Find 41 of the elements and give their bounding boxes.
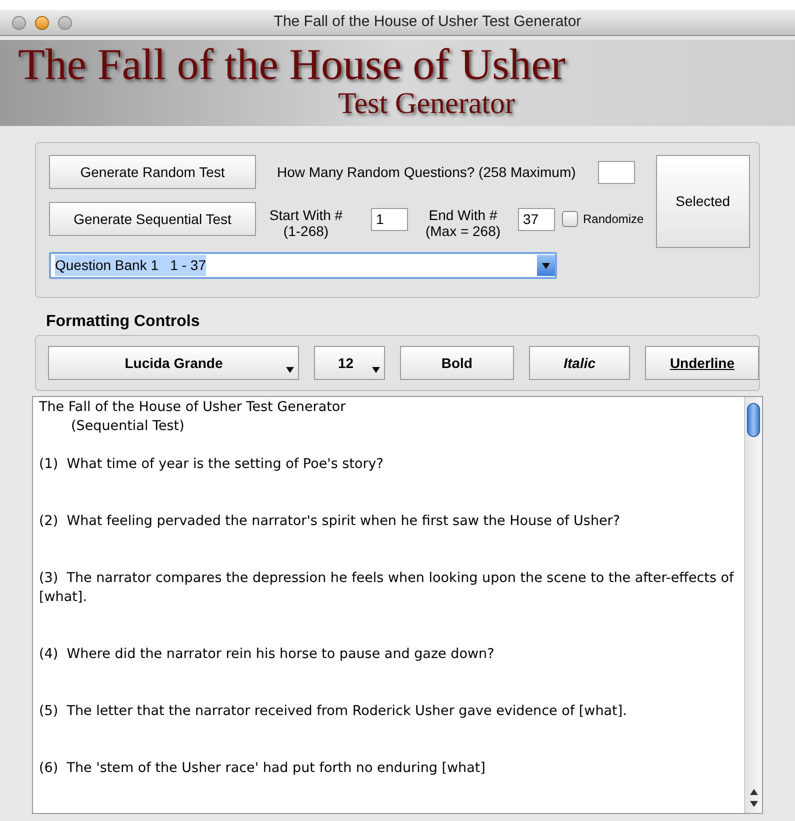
font-dropdown[interactable]: Lucida Grande — [48, 346, 300, 380]
window-title: The Fall of the House of Usher Test Generator — [274, 12, 582, 32]
format-button[interactable]: Italic — [528, 346, 630, 380]
font-size-dropdown[interactable]: 12 — [314, 346, 386, 380]
selected-button[interactable]: Selected — [656, 155, 750, 248]
close-icon[interactable] — [12, 16, 26, 30]
zoom-icon[interactable] — [58, 16, 72, 30]
start-with-label: Start With # — [269, 207, 343, 223]
question-text: (1) What time of year is the setting of Poe's story? — [39, 455, 384, 474]
banner-title: The Fall of the House of Usher — [18, 42, 566, 88]
question-text: (5) The letter that the narrator received from Roderick Usher gave evidence of [what]. — [39, 702, 628, 721]
start-range-label: (1-268) — [283, 223, 329, 239]
format-button[interactable]: Underline — [645, 346, 759, 380]
question-text: (2) What feeling pervaded the narrator's spirit when he first saw the House of Usher? — [39, 512, 622, 531]
question-bank-value: Question Bank 1 1 - 37 — [55, 255, 206, 276]
end-with-label: End With # — [428, 207, 498, 223]
randomize-label: Randomize — [583, 211, 644, 228]
minimize-icon[interactable] — [35, 16, 49, 30]
question-text: (6) The 'stem of the Usher race' had put forth no enduring [what] — [39, 759, 486, 778]
document-heading: The Fall of the House of Usher Test Generator — [39, 398, 347, 417]
scrollbar[interactable] — [744, 397, 762, 813]
randomize-checkbox[interactable] — [562, 211, 578, 227]
end-range-label: (Max = 268) — [425, 223, 501, 239]
caret-icon — [372, 367, 380, 373]
scroll-down-icon[interactable] — [750, 801, 758, 807]
scroll-up-icon[interactable] — [750, 789, 758, 795]
scroll-thumb[interactable] — [747, 403, 760, 437]
formatting-controls-heading: Formatting Controls — [46, 313, 200, 330]
generate-random-test-button[interactable]: Generate Random Test — [49, 155, 256, 189]
start-field[interactable]: 1 — [371, 208, 408, 230]
question-bank-dropdown[interactable]: Question Bank 1 1 - 37 — [49, 252, 557, 279]
random-questions-label: How Many Random Questions? (258 Maximum) — [277, 162, 576, 182]
question-text: (3) The narrator compares the depression he feels when looking upon the scene to the after-effects of [what]. — [39, 569, 735, 607]
random-count-field[interactable] — [598, 160, 635, 184]
generate-sequential-test-button[interactable]: Generate Sequential Test — [49, 202, 256, 236]
end-field[interactable]: 37 — [518, 208, 555, 230]
caret-icon — [286, 367, 294, 373]
format-button[interactable]: Bold — [400, 346, 514, 380]
document-subheading: (Sequential Test) — [70, 417, 186, 436]
banner-subtitle: Test Generator — [338, 88, 516, 120]
question-text: (4) Where did the narrator rein his horse to pause and gaze down? — [39, 645, 496, 664]
